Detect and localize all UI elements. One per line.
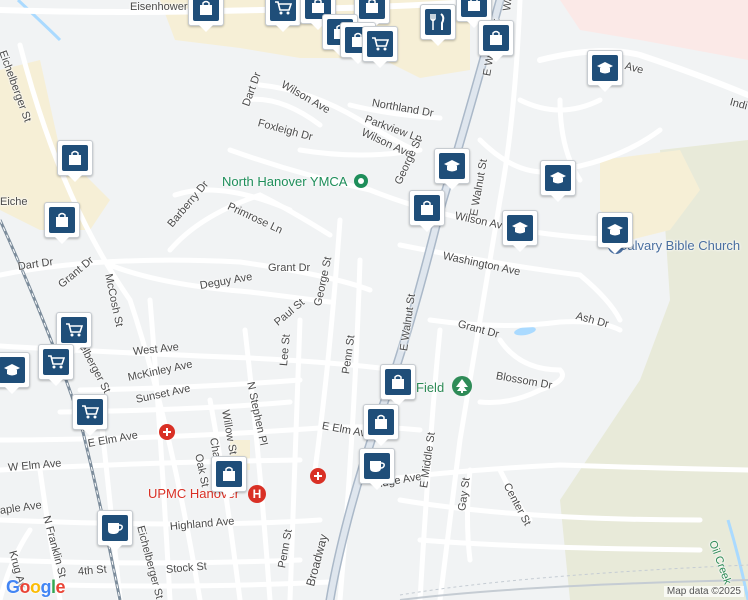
school-icon xyxy=(592,55,618,81)
school-marker[interactable] xyxy=(540,160,576,202)
shopping-bag-icon xyxy=(461,0,487,17)
shopping-cart-icon xyxy=(367,31,393,57)
logo-letter: o xyxy=(19,577,31,597)
shopping-bag-icon xyxy=(414,195,440,221)
stream xyxy=(16,0,62,42)
map-attribution[interactable]: Map data ©2025 xyxy=(663,586,744,597)
shopping-cart-icon xyxy=(270,0,296,21)
shopping-cart-marker[interactable] xyxy=(56,312,92,354)
ymca-name: North Hanover YMCA xyxy=(222,174,347,189)
shopping-bag-icon xyxy=(368,409,394,435)
school-marker[interactable] xyxy=(587,50,623,92)
street-label: 4th St xyxy=(77,563,108,578)
street-label: Grant Dr xyxy=(268,262,311,274)
medical-icon xyxy=(310,468,326,484)
cafe-icon xyxy=(364,453,390,479)
shopping-cart-marker[interactable] xyxy=(72,394,108,436)
shopping-bag-icon xyxy=(385,369,411,395)
school-marker[interactable] xyxy=(434,148,470,190)
ymca-label[interactable]: North Hanover YMCA xyxy=(222,174,369,189)
shopping-cart-icon xyxy=(61,317,87,343)
shopping-cart-marker[interactable] xyxy=(265,0,301,32)
shopping-bag-icon xyxy=(359,0,385,19)
shopping-cart-marker[interactable] xyxy=(38,344,74,386)
school-icon xyxy=(439,153,465,179)
hospital-icon: H xyxy=(248,485,266,503)
shopping-bag-icon xyxy=(483,25,509,51)
logo-letter: g xyxy=(40,577,52,597)
shopping-bag-marker[interactable] xyxy=(211,456,247,498)
calvary-label[interactable]: Calvary Bible Church xyxy=(618,239,740,253)
restaurant-marker[interactable] xyxy=(420,4,456,46)
shopping-bag-marker[interactable] xyxy=(456,0,492,28)
cafe-marker[interactable] xyxy=(97,510,133,552)
field-name: Field xyxy=(416,380,445,395)
school-icon xyxy=(602,217,628,243)
school-marker[interactable] xyxy=(0,352,30,394)
shopping-bag-icon xyxy=(193,0,219,21)
school-marker[interactable] xyxy=(597,212,633,254)
street-label: Eiche xyxy=(0,196,28,208)
shopping-cart-icon xyxy=(43,349,69,375)
cafe-marker[interactable] xyxy=(359,448,395,490)
shopping-bag-icon xyxy=(49,207,75,233)
shopping-bag-marker[interactable] xyxy=(44,202,80,244)
church-name: Calvary Bible Church xyxy=(618,238,741,253)
school-icon xyxy=(507,215,533,241)
logo-letter: e xyxy=(55,577,66,597)
school-icon xyxy=(0,357,25,383)
street-label: Eisenhower xyxy=(130,1,188,13)
cafe-icon xyxy=(102,515,128,541)
place-pin-icon xyxy=(354,174,369,188)
shopping-bag-marker[interactable] xyxy=(363,404,399,446)
medical-icon xyxy=(159,424,175,440)
shopping-bag-marker[interactable] xyxy=(57,140,93,182)
field-label[interactable]: Field xyxy=(416,381,444,395)
school-marker[interactable] xyxy=(502,210,538,252)
logo-letter: G xyxy=(6,577,20,597)
shopping-bag-icon xyxy=(216,461,242,487)
map-canvas[interactable]: Eisenhower Eichelberger St Dart Dr Wilso… xyxy=(0,0,748,600)
shopping-cart-marker[interactable] xyxy=(362,26,398,68)
park-tree-icon xyxy=(452,376,472,396)
shopping-bag-marker[interactable] xyxy=(380,364,416,406)
logo-letter: o xyxy=(30,577,41,597)
shopping-bag-marker[interactable] xyxy=(409,190,445,232)
shopping-bag-icon xyxy=(62,145,88,171)
shopping-cart-icon xyxy=(77,399,103,425)
shopping-bag-marker[interactable] xyxy=(478,20,514,62)
shopping-bag-marker[interactable] xyxy=(354,0,390,30)
restaurant-icon xyxy=(425,9,451,35)
school-icon xyxy=(545,165,571,191)
google-logo: Google xyxy=(6,577,66,598)
shopping-bag-marker[interactable] xyxy=(188,0,224,32)
